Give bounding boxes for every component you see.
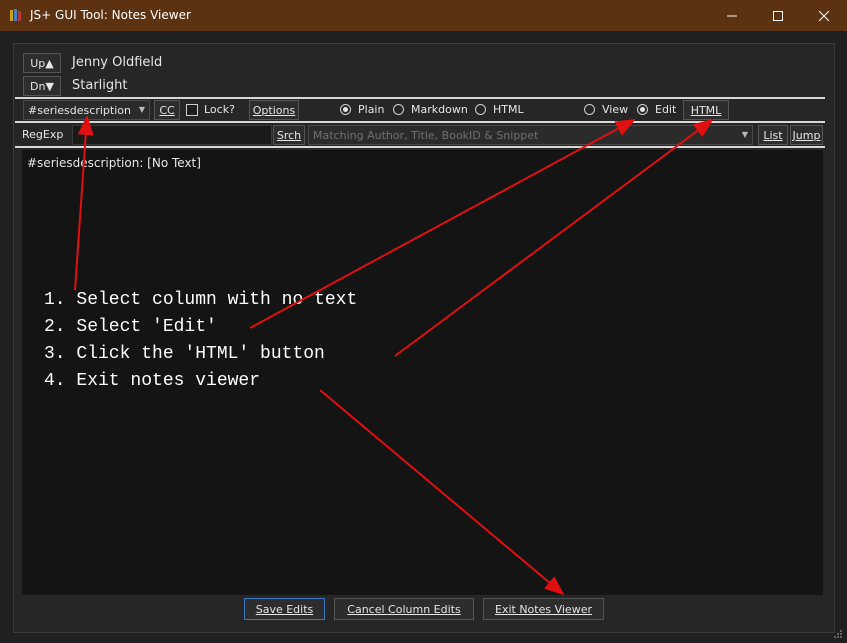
arrow-to-column-select (74, 115, 94, 291)
cancel-column-edits-button[interactable]: Cancel Column Edits (334, 598, 474, 620)
arrow-to-edit-radio (249, 119, 636, 329)
save-edits-button[interactable]: Save Edits (244, 598, 325, 620)
arrow-to-html-button (394, 118, 714, 357)
arrow-to-exit-button (319, 389, 565, 596)
annotation-arrows (74, 115, 714, 596)
resize-grip-icon[interactable] (832, 628, 844, 640)
exit-notes-viewer-button[interactable]: Exit Notes Viewer (483, 598, 604, 620)
